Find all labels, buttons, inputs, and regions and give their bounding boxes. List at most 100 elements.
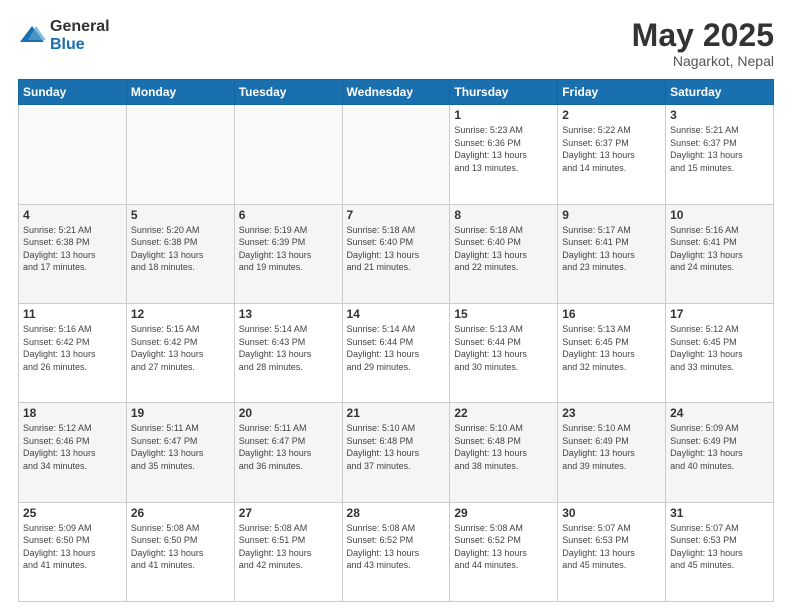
- day-info-26: Sunrise: 5:08 AM Sunset: 6:50 PM Dayligh…: [131, 522, 230, 572]
- day-info-12: Sunrise: 5:15 AM Sunset: 6:42 PM Dayligh…: [131, 323, 230, 373]
- week-row-4: 25Sunrise: 5:09 AM Sunset: 6:50 PM Dayli…: [19, 502, 774, 601]
- day-info-4: Sunrise: 5:21 AM Sunset: 6:38 PM Dayligh…: [23, 224, 122, 274]
- day-number-21: 21: [347, 406, 446, 420]
- day-info-30: Sunrise: 5:07 AM Sunset: 6:53 PM Dayligh…: [562, 522, 661, 572]
- header: General Blue May 2025 Nagarkot, Nepal: [18, 18, 774, 69]
- day-cell-4-0: 25Sunrise: 5:09 AM Sunset: 6:50 PM Dayli…: [19, 502, 127, 601]
- day-cell-1-1: 5 Sunrise: 5:20 AM Sunset: 6:38 PM Daylig…: [126, 204, 234, 303]
- day-cell-2-6: 17Sunrise: 5:12 AM Sunset: 6:45 PM Dayli…: [666, 303, 774, 402]
- day-number-5: 5: [131, 208, 230, 222]
- day-info-28: Sunrise: 5:08 AM Sunset: 6:52 PM Dayligh…: [347, 522, 446, 572]
- logo-blue: Blue: [50, 36, 110, 54]
- day-number-7: 7: [347, 208, 446, 222]
- day-number-11: 11: [23, 307, 122, 321]
- day-info-2: Sunrise: 5:22 AM Sunset: 6:37 PM Dayligh…: [562, 124, 661, 174]
- logo-text: General Blue: [50, 18, 110, 53]
- day-cell-3-2: 20 Sunrise: 5:11 AM Sunset: 6:47 PM Dayli…: [234, 403, 342, 502]
- day-cell-1-0: 4 Sunrise: 5:21 AM Sunset: 6:38 PM Daylig…: [19, 204, 127, 303]
- day-number-2: 2: [562, 108, 661, 122]
- header-thursday: Thursday: [450, 80, 558, 105]
- day-number-9: 9: [562, 208, 661, 222]
- day-cell-0-2: [234, 105, 342, 204]
- day-number-14: 14: [347, 307, 446, 321]
- day-number-3: 3: [670, 108, 769, 122]
- day-info-22: Sunrise: 5:10 AM Sunset: 6:48 PM Dayligh…: [454, 422, 553, 472]
- header-saturday: Saturday: [666, 80, 774, 105]
- day-number-6: 6: [239, 208, 338, 222]
- day-number-26: 26: [131, 506, 230, 520]
- location: Nagarkot, Nepal: [632, 53, 774, 69]
- day-info-18: Sunrise: 5:12 AM Sunset: 6:46 PM Dayligh…: [23, 422, 122, 472]
- day-info-6: Sunrise: 5:19 AM Sunset: 6:39 PM Dayligh…: [239, 224, 338, 274]
- week-row-2: 11 Sunrise: 5:16 AM Sunset: 6:42 PM Dayli…: [19, 303, 774, 402]
- header-wednesday: Wednesday: [342, 80, 450, 105]
- day-number-19: 19: [131, 406, 230, 420]
- day-cell-0-5: 2 Sunrise: 5:22 AM Sunset: 6:37 PM Daylig…: [558, 105, 666, 204]
- day-cell-0-6: 3Sunrise: 5:21 AM Sunset: 6:37 PM Daylig…: [666, 105, 774, 204]
- week-row-3: 18Sunrise: 5:12 AM Sunset: 6:46 PM Dayli…: [19, 403, 774, 502]
- day-cell-1-4: 8 Sunrise: 5:18 AM Sunset: 6:40 PM Daylig…: [450, 204, 558, 303]
- day-cell-3-6: 24Sunrise: 5:09 AM Sunset: 6:49 PM Dayli…: [666, 403, 774, 502]
- day-cell-3-1: 19Sunrise: 5:11 AM Sunset: 6:47 PM Dayli…: [126, 403, 234, 502]
- day-info-9: Sunrise: 5:17 AM Sunset: 6:41 PM Dayligh…: [562, 224, 661, 274]
- day-cell-3-0: 18Sunrise: 5:12 AM Sunset: 6:46 PM Dayli…: [19, 403, 127, 502]
- day-cell-2-0: 11 Sunrise: 5:16 AM Sunset: 6:42 PM Dayli…: [19, 303, 127, 402]
- day-info-14: Sunrise: 5:14 AM Sunset: 6:44 PM Dayligh…: [347, 323, 446, 373]
- day-info-10: Sunrise: 5:16 AM Sunset: 6:41 PM Dayligh…: [670, 224, 769, 274]
- day-info-5: Sunrise: 5:20 AM Sunset: 6:38 PM Dayligh…: [131, 224, 230, 274]
- day-cell-2-3: 14 Sunrise: 5:14 AM Sunset: 6:44 PM Dayli…: [342, 303, 450, 402]
- day-number-23: 23: [562, 406, 661, 420]
- day-number-13: 13: [239, 307, 338, 321]
- day-cell-1-6: 10 Sunrise: 5:16 AM Sunset: 6:41 PM Dayli…: [666, 204, 774, 303]
- day-number-16: 16: [562, 307, 661, 321]
- day-cell-1-3: 7 Sunrise: 5:18 AM Sunset: 6:40 PM Daylig…: [342, 204, 450, 303]
- day-info-21: Sunrise: 5:10 AM Sunset: 6:48 PM Dayligh…: [347, 422, 446, 472]
- day-number-4: 4: [23, 208, 122, 222]
- logo-icon: [18, 22, 46, 50]
- day-cell-4-4: 29Sunrise: 5:08 AM Sunset: 6:52 PM Dayli…: [450, 502, 558, 601]
- day-cell-4-1: 26 Sunrise: 5:08 AM Sunset: 6:50 PM Dayli…: [126, 502, 234, 601]
- day-cell-0-3: [342, 105, 450, 204]
- header-tuesday: Tuesday: [234, 80, 342, 105]
- day-info-7: Sunrise: 5:18 AM Sunset: 6:40 PM Dayligh…: [347, 224, 446, 274]
- day-cell-4-2: 27 Sunrise: 5:08 AM Sunset: 6:51 PM Dayli…: [234, 502, 342, 601]
- day-number-1: 1: [454, 108, 553, 122]
- calendar-header-row: Sunday Monday Tuesday Wednesday Thursday…: [19, 80, 774, 105]
- day-cell-4-3: 28 Sunrise: 5:08 AM Sunset: 6:52 PM Dayli…: [342, 502, 450, 601]
- day-info-20: Sunrise: 5:11 AM Sunset: 6:47 PM Dayligh…: [239, 422, 338, 472]
- day-info-27: Sunrise: 5:08 AM Sunset: 6:51 PM Dayligh…: [239, 522, 338, 572]
- day-number-28: 28: [347, 506, 446, 520]
- title-area: May 2025 Nagarkot, Nepal: [632, 18, 774, 69]
- header-monday: Monday: [126, 80, 234, 105]
- day-info-1: Sunrise: 5:23 AM Sunset: 6:36 PM Dayligh…: [454, 124, 553, 174]
- logo-general: General: [50, 18, 110, 36]
- day-info-15: Sunrise: 5:13 AM Sunset: 6:44 PM Dayligh…: [454, 323, 553, 373]
- day-cell-0-0: [19, 105, 127, 204]
- day-cell-3-3: 21 Sunrise: 5:10 AM Sunset: 6:48 PM Dayli…: [342, 403, 450, 502]
- day-info-31: Sunrise: 5:07 AM Sunset: 6:53 PM Dayligh…: [670, 522, 769, 572]
- logo: General Blue: [18, 18, 110, 53]
- day-number-12: 12: [131, 307, 230, 321]
- day-cell-0-1: [126, 105, 234, 204]
- day-number-8: 8: [454, 208, 553, 222]
- day-info-29: Sunrise: 5:08 AM Sunset: 6:52 PM Dayligh…: [454, 522, 553, 572]
- day-info-13: Sunrise: 5:14 AM Sunset: 6:43 PM Dayligh…: [239, 323, 338, 373]
- day-number-27: 27: [239, 506, 338, 520]
- day-cell-4-6: 31 Sunrise: 5:07 AM Sunset: 6:53 PM Dayli…: [666, 502, 774, 601]
- day-number-10: 10: [670, 208, 769, 222]
- week-row-1: 4 Sunrise: 5:21 AM Sunset: 6:38 PM Daylig…: [19, 204, 774, 303]
- day-cell-3-4: 22 Sunrise: 5:10 AM Sunset: 6:48 PM Dayli…: [450, 403, 558, 502]
- day-number-15: 15: [454, 307, 553, 321]
- day-info-8: Sunrise: 5:18 AM Sunset: 6:40 PM Dayligh…: [454, 224, 553, 274]
- day-number-20: 20: [239, 406, 338, 420]
- month-title: May 2025: [632, 18, 774, 53]
- day-number-17: 17: [670, 307, 769, 321]
- day-info-11: Sunrise: 5:16 AM Sunset: 6:42 PM Dayligh…: [23, 323, 122, 373]
- header-friday: Friday: [558, 80, 666, 105]
- day-info-25: Sunrise: 5:09 AM Sunset: 6:50 PM Dayligh…: [23, 522, 122, 572]
- day-number-31: 31: [670, 506, 769, 520]
- page: General Blue May 2025 Nagarkot, Nepal Su…: [0, 0, 792, 612]
- day-cell-3-5: 23Sunrise: 5:10 AM Sunset: 6:49 PM Dayli…: [558, 403, 666, 502]
- day-number-22: 22: [454, 406, 553, 420]
- calendar: Sunday Monday Tuesday Wednesday Thursday…: [18, 79, 774, 602]
